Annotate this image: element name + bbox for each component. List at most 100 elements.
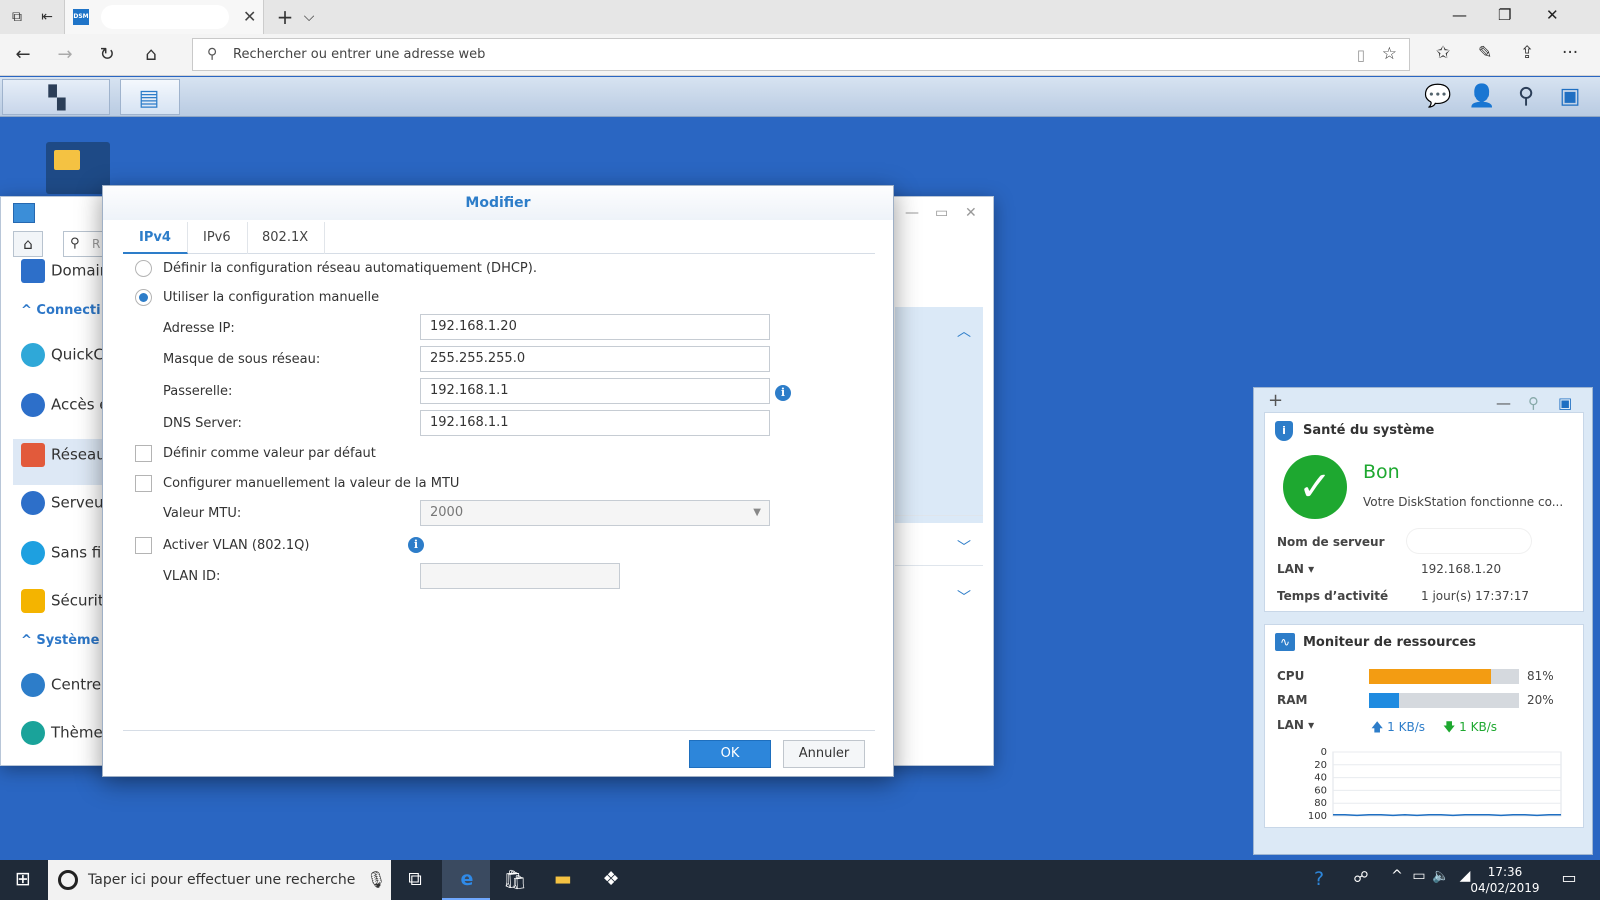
vlan-label: Activer VLAN (802.1Q) (163, 538, 310, 553)
gateway-input[interactable]: 192.168.1.1 (420, 378, 770, 404)
reading-view-icon[interactable]: ▯ (1357, 46, 1365, 64)
favorite-star-icon[interactable]: ☆ (1382, 44, 1397, 64)
taskbar-clock[interactable]: 17:36 04/02/2019 (1470, 864, 1540, 896)
home-button[interactable]: ⌂ (13, 231, 43, 257)
widget-dock-icon[interactable]: ▣ (1558, 394, 1572, 412)
store-icon[interactable]: 🛍 (500, 868, 530, 891)
window-minimize-icon[interactable]: — (1452, 6, 1467, 24)
tab-close-icon[interactable]: ✕ (243, 7, 256, 26)
subnet-mask-input[interactable]: 255.255.255.0 (420, 346, 770, 372)
shield-info-icon: i (1275, 421, 1293, 441)
set-aside-tabs-icon[interactable]: ⇤ (38, 8, 56, 26)
tab-actions-icon[interactable]: ⧉ (8, 8, 26, 26)
sidebar-item-quickconnect[interactable]: QuickC (21, 343, 104, 369)
download-value: 1 KB/s (1459, 720, 1498, 734)
vlan-checkbox[interactable] (135, 537, 152, 554)
windows-start-icon[interactable]: ⊞ (8, 868, 38, 890)
sidebar-item-server[interactable]: Serveur (21, 491, 110, 517)
url-input[interactable]: ⚲ Rechercher ou entrer une adresse web ▯… (192, 38, 1410, 71)
gateway-info-icon[interactable]: i (775, 385, 791, 401)
dns-server-input[interactable]: 192.168.1.1 (420, 410, 770, 436)
pin-icon[interactable]: ⚲ (1528, 394, 1539, 412)
sidebar-item-label: QuickC (51, 345, 104, 364)
server-name-label: Nom de serveur (1277, 535, 1385, 549)
ram-usage-bar (1369, 693, 1519, 708)
people-icon[interactable]: ☍ (1346, 868, 1376, 886)
microphone-icon[interactable]: 🎙 (366, 870, 386, 889)
sidebar-item-theme[interactable]: Thème (21, 721, 103, 747)
section-system[interactable]: ^ Système (21, 633, 99, 648)
sidebar-item-domain[interactable]: Domain (21, 259, 109, 285)
search-icon[interactable]: ⚲ (1512, 84, 1540, 109)
window-close-icon[interactable]: ✕ (1546, 6, 1559, 24)
divider (895, 515, 983, 516)
dialog-title: Modifier (103, 186, 893, 220)
net-lan-dropdown[interactable]: LAN ▾ (1277, 718, 1314, 732)
dialog-tabs: IPv4 IPv6 802.1X (123, 222, 875, 254)
collapse-chevron-icon[interactable]: ︿ (957, 321, 971, 341)
web-note-icon[interactable]: ✎ (1478, 43, 1492, 63)
sidebar-item-network[interactable]: Réseau (21, 443, 106, 469)
task-view-icon[interactable]: ⧉ (400, 868, 430, 890)
tab-ipv6[interactable]: IPv6 (187, 222, 248, 254)
user-icon[interactable]: 👤 (1468, 84, 1496, 109)
tab-ipv4[interactable]: IPv4 (123, 222, 188, 254)
widget-minimize-icon[interactable]: — (1496, 394, 1511, 412)
window-maximize-icon[interactable]: ▭ (935, 205, 948, 221)
grid-menu-icon: ▚ (48, 86, 66, 111)
refresh-icon[interactable]: ↻ (96, 44, 118, 65)
window-close-icon[interactable]: ✕ (965, 205, 977, 221)
favorites-hub-icon[interactable]: ✩ (1436, 43, 1450, 63)
sidebar-item-external-access[interactable]: Accès e (21, 393, 109, 419)
forward-arrow-icon[interactable]: → (54, 44, 76, 65)
set-default-checkbox[interactable] (135, 445, 152, 462)
back-arrow-icon[interactable]: ← (12, 44, 34, 65)
home-icon[interactable]: ⌂ (140, 44, 162, 65)
add-widget-icon[interactable]: + (1268, 390, 1283, 411)
edge-taskbar-button[interactable]: e (442, 860, 490, 900)
divider (895, 565, 983, 566)
cp-search-input[interactable]: ⚲ R (63, 231, 103, 257)
browser-tab-active[interactable]: DSM ✕ (64, 0, 264, 34)
clock-time: 17:36 (1487, 865, 1523, 879)
taskbar-search-box[interactable]: Taper ici pour effectuer une recherche 🎙 (48, 860, 391, 900)
new-tab-icon[interactable]: + (276, 7, 294, 27)
expand-chevron-icon[interactable]: ﹀ (957, 537, 971, 557)
ok-button[interactable]: OK (689, 740, 771, 768)
info-icon (21, 673, 45, 697)
dropbox-icon[interactable]: ❖ (596, 868, 626, 890)
chart-series-line (1333, 813, 1561, 817)
notifications-icon[interactable]: 💬 (1424, 84, 1452, 109)
system-health-card: i Santé du système ✓ Bon Votre DiskStati… (1264, 412, 1584, 612)
window-minimize-icon[interactable]: — (905, 205, 919, 221)
widgets-icon[interactable]: ▣ (1556, 84, 1584, 109)
cancel-button[interactable]: Annuler (783, 740, 865, 768)
sidebar-item-wireless[interactable]: Sans fil (21, 541, 105, 567)
manual-config-radio[interactable] (135, 289, 152, 306)
mtu-manual-checkbox[interactable] (135, 475, 152, 492)
ip-address-input[interactable]: 192.168.1.20 (420, 314, 770, 340)
help-icon[interactable]: ? (1304, 868, 1334, 890)
tab-8021x[interactable]: 802.1X (246, 222, 326, 254)
dhcp-radio[interactable] (135, 260, 152, 277)
vlan-info-icon[interactable]: i (408, 537, 424, 553)
browser-tab-bar: ⧉ ⇤ DSM ✕ + ⌵ — ❐ ✕ (0, 0, 1600, 34)
window-maximize-icon[interactable]: ❐ (1498, 6, 1511, 24)
action-center-icon[interactable]: ▭ (1554, 868, 1584, 887)
file-station-desktop-icon[interactable] (46, 142, 110, 194)
share-icon[interactable]: ⇪ (1520, 43, 1534, 63)
vlan-id-input[interactable] (420, 563, 620, 589)
more-menu-icon[interactable]: ··· (1562, 43, 1578, 63)
section-connectivity[interactable]: ^ Connecti (21, 303, 101, 318)
sidebar-item-security[interactable]: Sécurité (21, 589, 113, 615)
download-rate: 🡇 1 KB/s (1443, 718, 1497, 739)
mtu-value-select[interactable]: 2000 ▼ (420, 500, 770, 526)
expand-chevron-icon[interactable]: ﹀ (957, 587, 971, 607)
lan-dropdown[interactable]: LAN ▾ (1277, 562, 1314, 576)
file-explorer-icon[interactable]: ▬ (548, 868, 578, 890)
sidebar-item-info-center[interactable]: Centre (21, 673, 101, 699)
control-panel-taskbar-button[interactable]: ▤ (120, 79, 180, 115)
cp-search-placeholder: R (92, 237, 101, 251)
tab-preview-chevron-icon[interactable]: ⌵ (300, 8, 318, 26)
main-menu-button[interactable]: ▚ (2, 79, 110, 115)
